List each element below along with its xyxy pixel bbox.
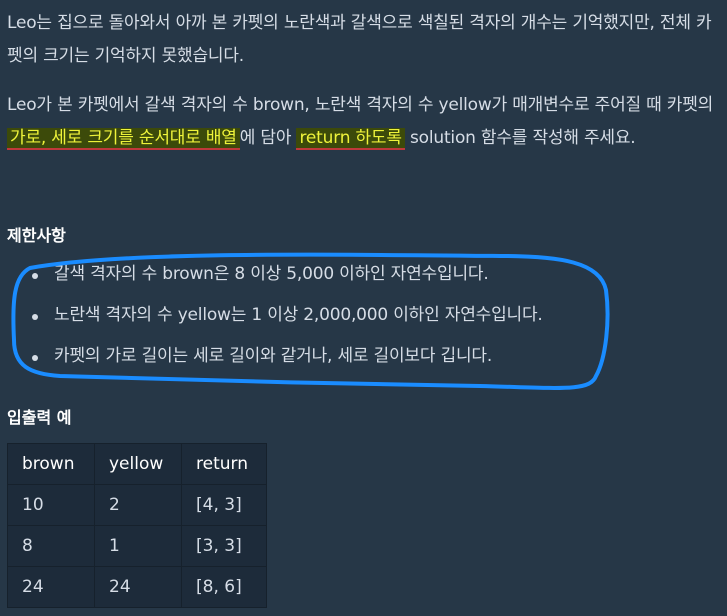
highlight-size-array: 가로, 세로 크기를 순서대로 배열	[7, 128, 240, 150]
table-cell: [8, 6]	[181, 566, 267, 608]
description-text: Leo가 본 카펫에서 갈색 격자의 수 brown, 노란색 격자의 수 ye…	[7, 95, 714, 115]
constraint-text: 노란색 격자의 수 yellow는 1 이상 2,000,000 이하인 자연수…	[54, 305, 543, 325]
column-header-yellow: yellow	[94, 443, 182, 485]
list-item: 갈색 격자의 수 brown은 8 이상 5,000 이하인 자연수입니다.	[7, 258, 543, 299]
table-cell: 10	[7, 484, 95, 526]
table-cell: 2	[94, 484, 182, 526]
table-cell: 1	[94, 525, 182, 567]
table-cell: [4, 3]	[181, 484, 267, 526]
highlight-return: return 하도록	[296, 128, 405, 150]
description-text: 에 담아	[239, 128, 297, 148]
table-row: 8 1 [3, 3]	[7, 525, 267, 567]
table-header-row: brown yellow return	[7, 443, 267, 485]
constraints-list: 갈색 격자의 수 brown은 8 이상 5,000 이하인 자연수입니다. 노…	[7, 258, 543, 381]
constraints-title: 제한사항	[7, 226, 66, 245]
description-paragraph-1: Leo는 집으로 돌아와서 아까 본 카펫의 노란색과 갈색으로 색칠된 격자의…	[7, 13, 712, 66]
column-header-brown: brown	[7, 443, 95, 485]
examples-table: brown yellow return 10 2 [4, 3] 8 1 [3, …	[7, 443, 267, 608]
table-row: 10 2 [4, 3]	[7, 484, 267, 526]
list-item: 카펫의 가로 길이는 세로 길이와 같거나, 세로 길이보다 깁니다.	[7, 340, 543, 381]
table-cell: 8	[7, 525, 95, 567]
examples-title: 입출력 예	[7, 408, 72, 427]
description-text: solution 함수를 작성해 주세요.	[404, 128, 636, 148]
bullet-icon	[32, 355, 38, 361]
description-paragraph-2: Leo가 본 카펫에서 갈색 격자의 수 brown, 노란색 격자의 수 ye…	[7, 89, 721, 155]
bullet-icon	[32, 314, 38, 320]
table-cell: [3, 3]	[181, 525, 267, 567]
bullet-icon	[32, 273, 38, 279]
column-header-return: return	[181, 443, 267, 485]
constraint-text: 갈색 격자의 수 brown은 8 이상 5,000 이하인 자연수입니다.	[54, 264, 489, 284]
table-cell: 24	[94, 566, 182, 608]
list-item: 노란색 격자의 수 yellow는 1 이상 2,000,000 이하인 자연수…	[7, 299, 543, 340]
table-cell: 24	[7, 566, 95, 608]
table-row: 24 24 [8, 6]	[7, 566, 267, 608]
constraint-text: 카펫의 가로 길이는 세로 길이와 같거나, 세로 길이보다 깁니다.	[54, 346, 493, 366]
